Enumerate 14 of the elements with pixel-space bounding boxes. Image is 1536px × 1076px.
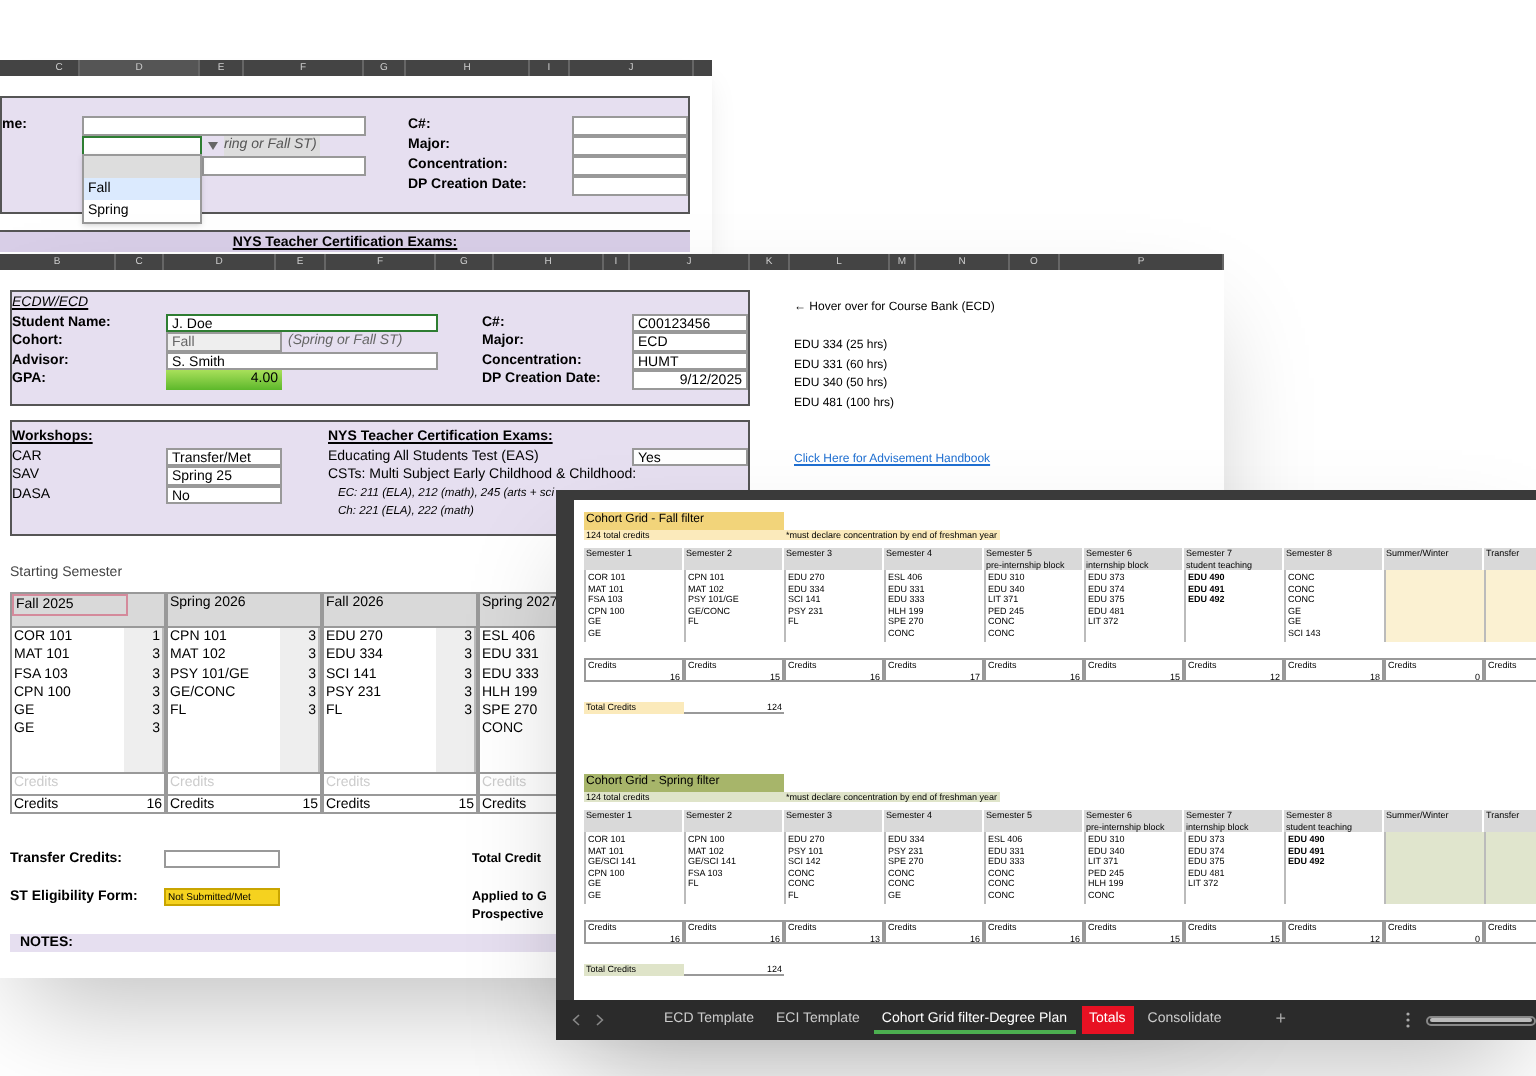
text-field[interactable] [202, 156, 366, 176]
dropdown-field[interactable] [82, 136, 202, 156]
add-sheet-button[interactable]: + [1275, 1006, 1287, 1034]
text-field[interactable] [572, 136, 688, 156]
text-field[interactable] [572, 156, 688, 176]
horizontal-scrollbar[interactable] [1426, 1015, 1536, 1025]
text-field[interactable] [572, 176, 688, 196]
text-field[interactable] [164, 850, 280, 868]
chevron-left-icon [572, 1014, 580, 1026]
chevron-right-icon [596, 1014, 604, 1026]
more-icon [1406, 1012, 1411, 1028]
text-field[interactable] [572, 116, 688, 136]
dropdown-arrow-icon [208, 142, 218, 150]
text-field[interactable] [82, 116, 366, 136]
